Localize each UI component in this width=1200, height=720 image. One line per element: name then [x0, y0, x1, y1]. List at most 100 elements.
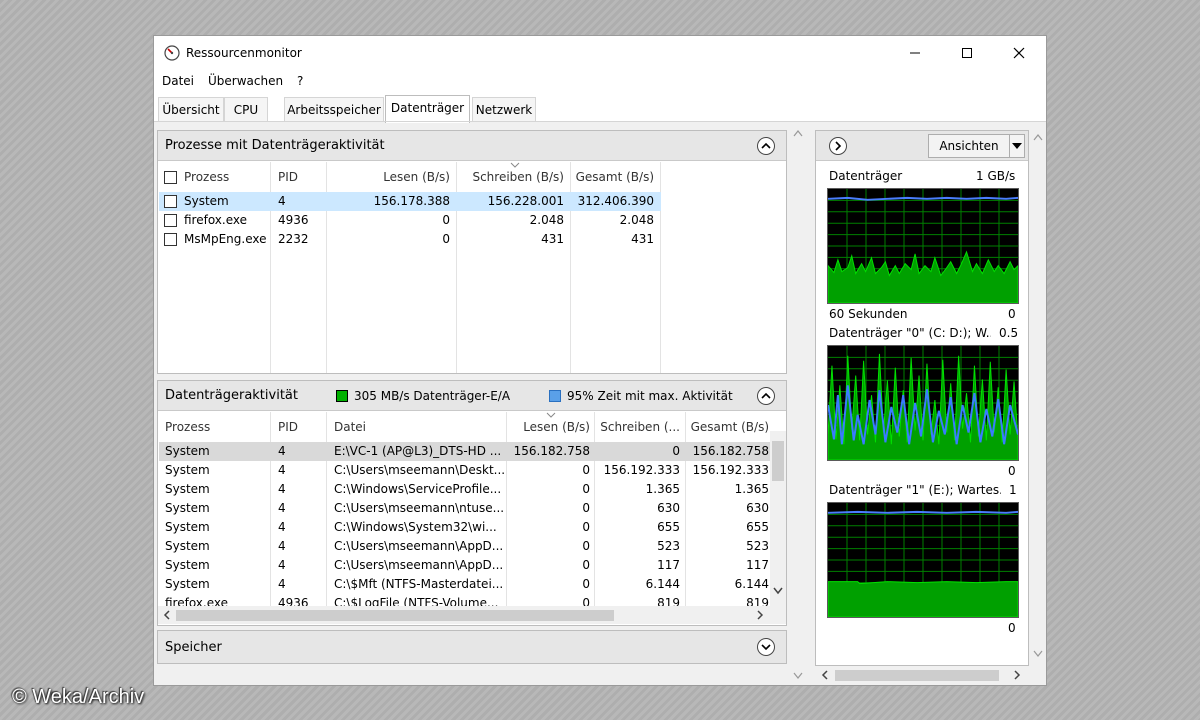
minimize-button[interactable]: [892, 36, 938, 70]
horizontal-scrollbar[interactable]: [158, 606, 786, 624]
table-cell[interactable]: C:\Users\mseemann\Deskt...: [334, 461, 504, 480]
table-cell[interactable]: 2232: [278, 230, 324, 249]
row-checkbox[interactable]: [164, 233, 177, 246]
table-cell[interactable]: 0: [508, 537, 590, 556]
menu-ueberwachen[interactable]: Überwachen: [208, 74, 283, 88]
table-cell[interactable]: C:\$Mft (NTFS-Masterdatei...: [334, 575, 504, 594]
tab-netzwerk[interactable]: Netzwerk: [472, 97, 536, 122]
column-header-pid[interactable]: PID: [278, 168, 324, 187]
table-cell[interactable]: E:\VC-1 (AP@L3)_DTS-HD ...: [334, 442, 504, 461]
table-cell[interactable]: 4: [278, 499, 324, 518]
table-cell[interactable]: 523: [596, 537, 680, 556]
table-cell[interactable]: System: [165, 499, 265, 518]
table-cell[interactable]: System: [165, 480, 265, 499]
table-cell[interactable]: C:\Windows\ServiceProfile...: [334, 480, 504, 499]
table-cell[interactable]: 2.048: [572, 211, 654, 230]
chevron-left-icon[interactable]: [163, 610, 171, 620]
menu-datei[interactable]: Datei: [162, 74, 194, 88]
table-cell[interactable]: 523: [687, 537, 769, 556]
table-cell[interactable]: 1.365: [687, 480, 769, 499]
table-cell[interactable]: 0: [508, 556, 590, 575]
maximize-button[interactable]: [944, 36, 990, 70]
table-cell[interactable]: 4: [278, 442, 324, 461]
table-cell[interactable]: 312.406.390: [572, 192, 654, 211]
table-cell[interactable]: 4: [278, 556, 324, 575]
table-cell[interactable]: 4: [278, 461, 324, 480]
collapse-icon[interactable]: [756, 386, 776, 406]
table-cell[interactable]: 0: [508, 575, 590, 594]
column-header-prozess[interactable]: Prozess: [165, 418, 265, 437]
views-button[interactable]: Ansichten: [928, 134, 1010, 158]
column-header-pid[interactable]: PID: [278, 418, 324, 437]
column-header-lesen[interactable]: Lesen (B/s): [508, 418, 590, 437]
column-header-gesamt[interactable]: Gesamt (B/s): [687, 418, 769, 437]
tab-cpu[interactable]: CPU: [224, 97, 268, 122]
table-cell[interactable]: 156.192.333: [596, 461, 680, 480]
table-cell[interactable]: System: [165, 575, 265, 594]
table-cell[interactable]: 4: [278, 518, 324, 537]
scrollbar-thumb[interactable]: [176, 610, 614, 621]
table-cell[interactable]: 6.144: [687, 575, 769, 594]
table-cell[interactable]: System: [165, 461, 265, 480]
chevron-right-icon[interactable]: [1013, 670, 1021, 680]
table-cell[interactable]: 655: [687, 518, 769, 537]
table-cell[interactable]: 156.192.333: [687, 461, 769, 480]
chevron-right-icon[interactable]: [756, 610, 764, 620]
table-cell[interactable]: System: [165, 556, 265, 575]
memory-panel-header[interactable]: Speicher: [158, 631, 786, 663]
column-header-datei[interactable]: Datei: [334, 418, 504, 437]
disk-activity-panel-header[interactable]: Datenträgeraktivität 305 MB/s Datenträge…: [158, 381, 786, 411]
column-header-prozess[interactable]: Prozess: [184, 168, 268, 187]
table-cell[interactable]: 0: [508, 480, 590, 499]
tab-arbeitsspeicher[interactable]: Arbeitsspeicher: [284, 97, 384, 122]
table-cell[interactable]: 431: [572, 230, 654, 249]
table-cell[interactable]: 156.178.388: [328, 192, 450, 211]
scrollbar-thumb[interactable]: [835, 670, 999, 681]
tab-uebersicht[interactable]: Übersicht: [158, 97, 224, 122]
column-header-gesamt[interactable]: Gesamt (B/s): [572, 168, 654, 187]
expand-sidebar-icon[interactable]: [828, 136, 848, 156]
chevron-down-icon[interactable]: [793, 672, 803, 680]
row-checkbox[interactable]: [164, 214, 177, 227]
menu-help[interactable]: ?: [297, 74, 303, 88]
vertical-scrollbar[interactable]: [770, 431, 786, 606]
table-cell[interactable]: 0: [508, 499, 590, 518]
table-cell[interactable]: 156.182.758: [687, 442, 769, 461]
table-cell[interactable]: 4: [278, 480, 324, 499]
table-cell[interactable]: firefox.exe: [184, 211, 268, 230]
table-cell[interactable]: 4936: [278, 211, 324, 230]
views-dropdown[interactable]: [1009, 134, 1025, 158]
table-cell[interactable]: C:\Windows\System32\wi...: [334, 518, 504, 537]
table-cell[interactable]: 0: [508, 518, 590, 537]
table-cell[interactable]: 0: [596, 442, 680, 461]
table-cell[interactable]: 4: [278, 575, 324, 594]
table-cell[interactable]: 630: [687, 499, 769, 518]
column-header-lesen[interactable]: Lesen (B/s): [328, 168, 450, 187]
table-cell[interactable]: System: [165, 518, 265, 537]
table-cell[interactable]: 117: [596, 556, 680, 575]
graphs-horizontal-scrollbar[interactable]: [815, 666, 1031, 684]
column-header-schreiben[interactable]: Schreiben (...: [596, 418, 680, 437]
table-cell[interactable]: 117: [687, 556, 769, 575]
table-cell[interactable]: C:\Users\mseemann\AppD...: [334, 556, 504, 575]
close-button[interactable]: [996, 36, 1042, 70]
row-checkbox[interactable]: [164, 195, 177, 208]
table-cell[interactable]: 0: [328, 211, 450, 230]
processes-panel-header[interactable]: Prozesse mit Datenträgeraktivität: [158, 131, 786, 161]
select-all-checkbox[interactable]: [164, 171, 177, 184]
collapse-icon[interactable]: [756, 136, 776, 156]
table-cell[interactable]: C:\Users\mseemann\AppD...: [334, 537, 504, 556]
chevron-down-icon[interactable]: [1033, 650, 1043, 658]
graphs-vertical-scrollbar[interactable]: [1031, 130, 1045, 666]
chevron-up-icon[interactable]: [1033, 134, 1043, 142]
table-cell[interactable]: 655: [596, 518, 680, 537]
table-cell[interactable]: System: [165, 537, 265, 556]
table-cell[interactable]: 2.048: [458, 211, 564, 230]
table-cell[interactable]: System: [184, 192, 268, 211]
table-cell[interactable]: 4: [278, 192, 324, 211]
chevron-down-icon[interactable]: [773, 587, 783, 595]
tab-datentraeger[interactable]: Datenträger: [385, 95, 470, 123]
main-scrollbar[interactable]: [790, 126, 806, 685]
table-cell[interactable]: 156.182.758: [508, 442, 590, 461]
table-cell[interactable]: C:\Users\mseemann\ntuse...: [334, 499, 504, 518]
